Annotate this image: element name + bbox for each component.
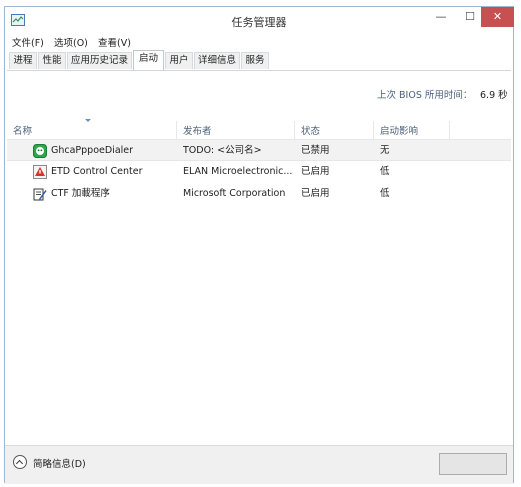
- etd-icon: [33, 165, 47, 179]
- chevron-up-icon[interactable]: [13, 455, 27, 469]
- row-status: 已启用: [301, 188, 330, 199]
- row-name: CTF 加載程序: [51, 188, 110, 199]
- tab-services[interactable]: 服务: [241, 52, 269, 69]
- minimize-button[interactable]: —: [428, 7, 454, 27]
- tab-performance[interactable]: 性能: [38, 52, 66, 69]
- row-impact: 无: [380, 145, 390, 156]
- row-publisher: Microsoft Corporation: [183, 188, 286, 199]
- title-bar: 任务管理器 — ☐ ✕: [5, 7, 514, 33]
- bios-time-value: 6.9 秒: [480, 90, 508, 101]
- maximize-button[interactable]: ☐: [457, 7, 483, 27]
- menu-bar: 文件(F) 选项(O) 查看(V): [5, 34, 513, 50]
- tab-startup[interactable]: 启动: [133, 50, 164, 70]
- row-status: 已启用: [301, 166, 330, 177]
- row-publisher: TODO: <公司名>: [183, 145, 262, 156]
- task-manager-window: 任务管理器 — ☐ ✕ 文件(F) 选项(O) 查看(V) 进程 性能 应用历史…: [4, 6, 514, 484]
- menu-options[interactable]: 选项(O): [54, 35, 88, 49]
- footer-bar: 简略信息(D): [5, 445, 513, 484]
- fewer-details-link[interactable]: 简略信息(D): [33, 456, 86, 470]
- row-impact: 低: [380, 188, 390, 199]
- menu-view[interactable]: 查看(V): [98, 35, 131, 49]
- bios-time-label: 上次 BIOS 所用时间：: [377, 90, 473, 101]
- row-status: 已禁用: [301, 145, 330, 156]
- close-button[interactable]: ✕: [481, 7, 514, 27]
- row-publisher: ELAN Microelectronic...: [183, 166, 293, 177]
- table-row[interactable]: GhcaPppoeDialer TODO: <公司名> 已禁用 无: [7, 139, 511, 161]
- tab-users[interactable]: 用户: [165, 52, 193, 69]
- table-row[interactable]: ETD Control Center ELAN Microelectronic.…: [7, 161, 511, 183]
- row-impact: 低: [380, 166, 390, 177]
- ctf-icon: [33, 188, 47, 201]
- menu-file[interactable]: 文件(F): [12, 35, 44, 49]
- tab-details[interactable]: 详细信息: [194, 52, 240, 69]
- tab-strip: 进程 性能 应用历史记录 启动 用户 详细信息 服务: [7, 50, 511, 71]
- disable-button[interactable]: [439, 453, 507, 475]
- row-name: ETD Control Center: [51, 166, 143, 177]
- tab-processes[interactable]: 进程: [9, 52, 37, 69]
- tab-app-history[interactable]: 应用历史记录: [67, 52, 132, 69]
- row-name: GhcaPppoeDialer: [51, 145, 134, 156]
- dialer-icon: [33, 144, 47, 158]
- table-row[interactable]: CTF 加載程序 Microsoft Corporation 已启用 低: [7, 183, 511, 205]
